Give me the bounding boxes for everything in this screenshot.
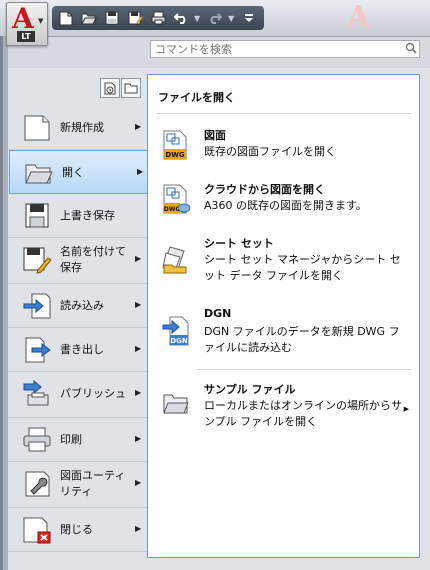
menu-item-close[interactable]: 閉じる ▶ (8, 508, 148, 552)
submenu-item-description: DGN ファイルのデータを新規 DWG ファイルに読み込む (204, 325, 400, 354)
quick-access-toolbar: ▼ ▼ (52, 6, 264, 30)
divider (196, 369, 411, 370)
save-as-icon (22, 246, 52, 274)
submenu-item-drawing[interactable]: DWG 図面 既存の図面ファイルを開く (148, 127, 419, 167)
save-icon (22, 202, 52, 230)
submenu-item-title: DGN (204, 307, 232, 320)
submenu-item-title: 図面 (204, 129, 226, 142)
menu-item-label: 上書き保存 (60, 209, 115, 222)
submenu-arrow-icon: ▶ (135, 122, 142, 131)
submenu-title: ファイルを開く (158, 91, 235, 104)
open-icon[interactable] (79, 9, 99, 27)
submenu-arrow-icon: ▶ (137, 167, 144, 176)
submenu-item-sample-files[interactable]: サンプル ファイル ローカルまたはオンラインの場所からサンプル ファイルを開く … (148, 381, 419, 433)
menu-item-export[interactable]: 書き出し ▶ (8, 328, 148, 372)
submenu-item-description: シート セット マネージャからシート セット データ ファイルを開く (204, 253, 401, 282)
redo-icon[interactable] (205, 9, 225, 27)
application-menu-list: 新規作成 ▶ 開く ▶ 上書き保存 名前を付けて保存 ▶ 読み込み ▶ 書き出し… (8, 106, 148, 552)
menu-item-label: 読み込み (60, 299, 104, 312)
close-document-icon (22, 516, 52, 544)
submenu-item-title: サンプル ファイル (204, 383, 296, 396)
submenu-item-title: シート セット (204, 237, 274, 250)
submenu-arrow-icon: ▶ (135, 478, 142, 487)
menu-item-print[interactable]: 印刷 ▶ (8, 418, 148, 462)
menu-item-publish[interactable]: パブリッシュ ▶ (8, 372, 148, 418)
print-icon[interactable] (148, 9, 168, 27)
chevron-down-icon[interactable]: ▼ (194, 14, 200, 23)
new-document-icon (22, 114, 52, 142)
dwg-file-icon: DWG (162, 129, 190, 160)
submenu-arrow-icon: ▶ (135, 300, 142, 309)
submenu-arrow-icon: ▶ (135, 344, 142, 353)
open-submenu-panel: ファイルを開く DWG 図面 既存の図面ファイルを開く DWG クラウドから図面… (147, 74, 420, 558)
submenu-arrow-icon: ▶ (135, 388, 142, 397)
menu-item-label: 開く (62, 166, 84, 179)
menu-item-label: 名前を付けて保存 (60, 245, 126, 274)
chevron-down-icon: ▼ (38, 17, 44, 25)
command-search-box[interactable] (150, 40, 420, 58)
sample-folder-icon (162, 391, 190, 421)
submenu-item-sheet-set[interactable]: シート セット シート セット マネージャからシート セット データ ファイルを… (148, 235, 419, 291)
customize-icon[interactable] (239, 9, 259, 27)
title-bar: A LT ▼ ▼ ▼ A (0, 0, 430, 46)
view-toggle-group (100, 78, 142, 98)
search-icon[interactable] (405, 42, 417, 57)
wrench-icon (22, 470, 52, 498)
cloud-dwg-icon: DWG (162, 183, 191, 214)
sheet-set-icon (162, 243, 190, 274)
submenu-arrow-icon: ▶ (135, 524, 142, 533)
divider (156, 113, 411, 114)
menu-item-label: 閉じる (60, 523, 93, 536)
menu-item-new[interactable]: 新規作成 ▶ (8, 106, 148, 150)
save-icon[interactable] (102, 9, 122, 27)
chevron-down-icon[interactable]: ▼ (228, 14, 234, 23)
open-documents-icon[interactable] (121, 78, 141, 98)
undo-icon[interactable] (171, 9, 191, 27)
submenu-item-title: クラウドから図面を開く (204, 183, 325, 196)
dgn-badge: DGN (170, 337, 188, 345)
submenu-item-dgn[interactable]: DGN DGN DGN ファイルのデータを新規 DWG ファイルに読み込む (148, 307, 419, 363)
background-logo-icon: A (346, 0, 370, 35)
submenu-item-description: A360 の既存の図面を開きます。 (204, 199, 367, 212)
submenu-item-description: 既存の図面ファイルを開く (204, 145, 336, 158)
edition-badge: LT (17, 31, 35, 42)
export-icon (22, 336, 52, 364)
submenu-item-description: ローカルまたはオンラインの場所からサンプル ファイルを開く (204, 399, 402, 428)
menu-item-label: 図面ユーティリティ (60, 469, 126, 498)
submenu-arrow-icon: ▶ (135, 254, 142, 263)
menu-item-label: 印刷 (60, 433, 82, 446)
menu-item-save-as[interactable]: 名前を付けて保存 ▶ (8, 238, 148, 284)
submenu-item-open-from-cloud[interactable]: DWG クラウドから図面を開く A360 の既存の図面を開きます。 (148, 181, 419, 221)
menu-item-import[interactable]: 読み込み ▶ (8, 284, 148, 328)
printer-icon (22, 426, 52, 454)
publish-icon (22, 379, 52, 408)
new-icon[interactable] (56, 9, 76, 27)
menu-item-save[interactable]: 上書き保存 (8, 194, 148, 238)
dgn-file-icon: DGN (162, 315, 190, 346)
menu-item-label: パブリッシュ (60, 387, 126, 400)
save-as-icon[interactable] (125, 9, 145, 27)
dwg-badge: DWG (165, 151, 185, 159)
menu-item-label: 新規作成 (60, 121, 104, 134)
search-input[interactable] (151, 41, 405, 57)
application-menu-button[interactable]: A LT ▼ (6, 2, 48, 46)
submenu-arrow-icon: ▶ (135, 434, 142, 443)
recent-documents-icon[interactable] (100, 78, 120, 98)
submenu-arrow-icon: ▶ (403, 405, 409, 413)
window-edge-dark (0, 36, 3, 570)
open-folder-icon (24, 159, 54, 187)
import-icon (22, 292, 52, 320)
menu-item-drawing-utilities[interactable]: 図面ユーティリティ ▶ (8, 462, 148, 508)
menu-item-open[interactable]: 開く ▶ (9, 150, 148, 194)
app-logo-letter: A (12, 2, 34, 35)
menu-item-label: 書き出し (60, 343, 104, 356)
